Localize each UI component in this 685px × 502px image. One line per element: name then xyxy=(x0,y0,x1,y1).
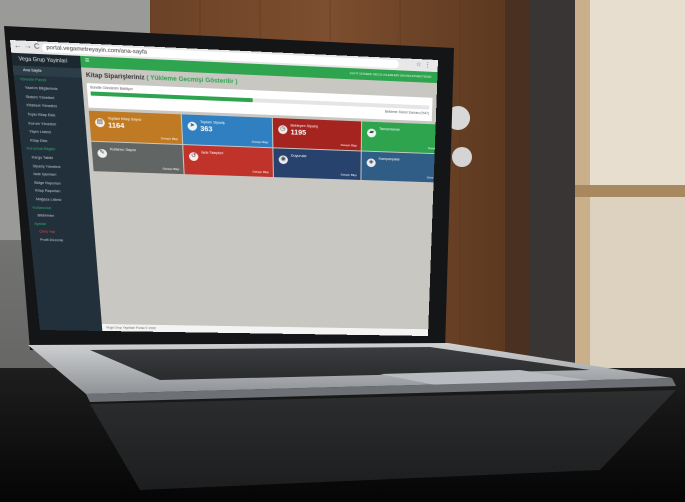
main-content: Kitap Siparişleriniz ( Yükleme Gecmişi G… xyxy=(80,67,439,337)
dark-gap xyxy=(530,0,575,380)
stat-tile[interactable]: ◉ Duyurular Detaylı Bilgi xyxy=(273,148,361,180)
tile-title: Bekleyen Sipariş xyxy=(290,123,319,129)
shelf-back xyxy=(590,0,685,185)
stat-tile[interactable]: ◈KampanyalarDetaylı Bilgi xyxy=(361,151,439,183)
book-icon: ▤ xyxy=(94,117,106,128)
door-frame xyxy=(505,0,530,370)
browser-tools-icons[interactable]: ☆⋮ xyxy=(416,61,434,69)
tile-detail-link[interactable]: Detaylı Bilgi xyxy=(253,170,269,174)
tile-detail-link[interactable]: Detaylı Bilgi xyxy=(252,140,268,144)
tile-detail-link[interactable]: Detaylı Bilgi xyxy=(161,136,178,141)
tile-title: Kampanyalar xyxy=(378,156,400,162)
return-icon: ↺ xyxy=(188,152,199,162)
send-icon: ➤ xyxy=(187,121,198,131)
progress-right-label: Bekleme Süresi Sonrası (%47) xyxy=(384,109,430,116)
tile-title: Duyurular xyxy=(290,153,307,159)
truck-icon: ▰ xyxy=(366,128,377,138)
sidebar-item[interactable]: Profil Düzenle xyxy=(30,236,95,246)
page-title-accent: ( Yükleme Gecmişi Gösterilir ) xyxy=(146,75,238,86)
tile-title: İade Talepleri xyxy=(201,150,224,156)
tile-detail-link[interactable]: Detaylı Bilgi xyxy=(341,173,357,177)
browser-nav-icons[interactable]: ←→C xyxy=(14,42,43,51)
stat-tile[interactable]: ➤ Toplam Sipariş 363 Detaylı Bilgi xyxy=(181,114,273,148)
stat-tile[interactable]: ◷ Bekleyen Sipariş 1195 Detaylı Bilgi xyxy=(272,117,362,151)
tile-detail-link[interactable]: Detaylı Bilgi xyxy=(163,167,180,171)
stat-tile[interactable]: ✎ Kullanıcı Sayısı Detaylı Bilgi xyxy=(91,141,184,175)
tile-value: 363 xyxy=(200,126,213,134)
tile-title: Tamamlanan xyxy=(379,127,401,132)
topbar-notice: KAYIT DONEMI GECIS ISLEMLERI DEVAM ETMEK… xyxy=(349,71,432,79)
shelf-board xyxy=(575,185,685,197)
stat-tile[interactable]: ▰TamamlananDetaylı Bilgi xyxy=(361,121,439,154)
progress-track xyxy=(90,91,430,110)
laptop-screen: ←→C portal.vegametreyayin.com/ana-sayfa … xyxy=(10,40,439,337)
clock-icon: ◷ xyxy=(278,125,288,135)
tile-title: Toplam Sipariş xyxy=(199,120,225,125)
progress-fill xyxy=(90,91,254,103)
tile-detail-link[interactable]: Detaylı Bilgi xyxy=(341,143,357,147)
tag-icon: ◈ xyxy=(366,158,376,168)
tile-value: 1164 xyxy=(107,122,125,131)
stat-tile[interactable]: ↺ İade Talepleri Detaylı Bilgi xyxy=(183,145,273,178)
door-lock xyxy=(452,147,472,167)
page-title-text: Kitap Siparişleriniz xyxy=(85,72,145,82)
menu-icon[interactable]: ≡ xyxy=(85,57,90,65)
shelf-back-lower xyxy=(590,197,685,377)
tile-title: Toplam Kitap Sayısı xyxy=(107,116,142,122)
edit-icon: ✎ xyxy=(97,148,108,159)
tile-value: 1195 xyxy=(290,129,307,137)
tile-title: Kullanıcı Sayısı xyxy=(109,147,137,153)
stat-tile[interactable]: ▤ Toplam Kitap Sayısı 1164 Detaylı Bilgi xyxy=(88,110,183,145)
progress-label: Bundle Gönderim Bekliyor xyxy=(90,85,133,92)
megaphone-icon: ◉ xyxy=(278,155,288,165)
